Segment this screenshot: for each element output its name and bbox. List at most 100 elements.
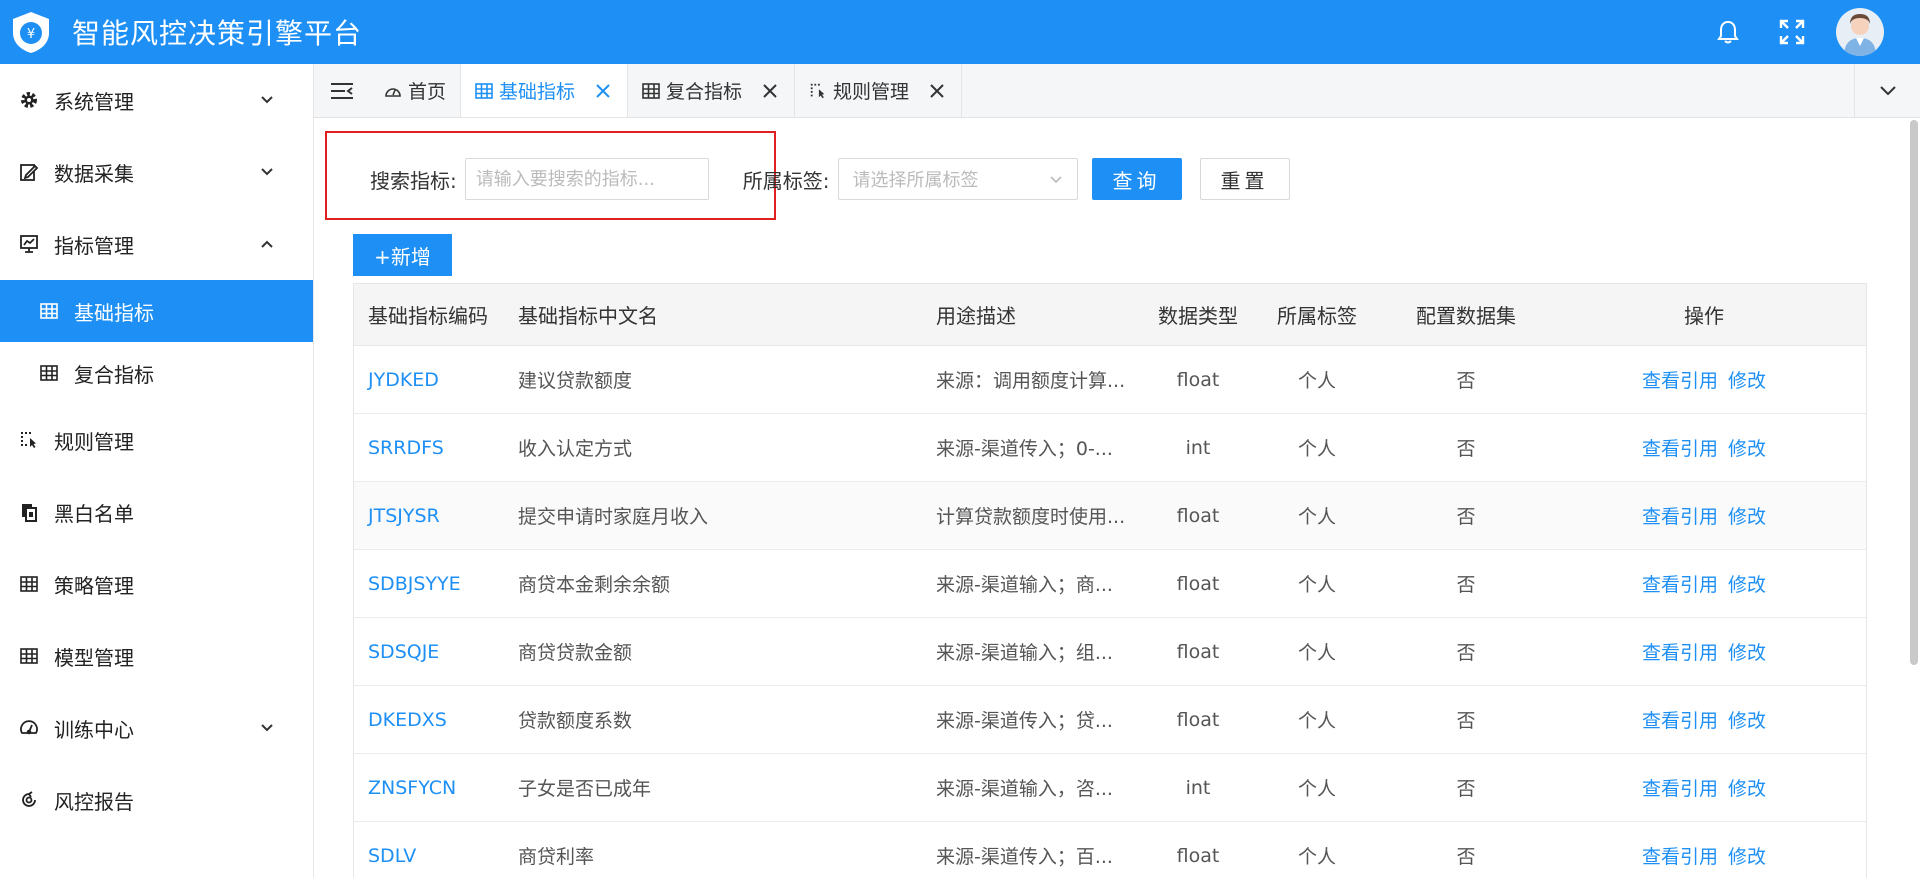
report-icon — [18, 789, 40, 811]
indicator-code-link[interactable]: SDBJSYYE — [354, 573, 504, 595]
data-type: float — [1176, 708, 1220, 731]
rule-icon — [809, 82, 827, 100]
sidebar-item-model-mgmt[interactable]: 模型管理 — [0, 620, 313, 692]
tab-rule-mgmt[interactable]: 规则管理 — [795, 64, 963, 117]
view-reference-link[interactable]: 查看引用 — [1642, 438, 1718, 460]
row-actions: 查看引用 修改 — [1542, 638, 1866, 665]
view-reference-link[interactable]: 查看引用 — [1642, 506, 1718, 528]
add-button[interactable]: +新增 — [353, 234, 452, 276]
table-icon — [38, 300, 60, 322]
svg-text:¥: ¥ — [27, 27, 35, 42]
sidebar-item-basic-indicator[interactable]: 基础指标 — [0, 280, 313, 342]
tab-label: 首页 — [408, 81, 447, 103]
indicator-code-link[interactable]: SRRDFS — [354, 437, 504, 459]
table-row: JYDKED 建议贷款额度 来源：调用额度计算... float 个人 否 查看引用 修改 — [354, 346, 1866, 414]
avatar[interactable] — [1836, 8, 1884, 56]
sidebar-item-label: 指标管理 — [54, 233, 134, 258]
table-row: DKEDXS 贷款额度系数 来源-渠道传入；贷... float 个人 否 查看引用 修改 — [354, 686, 1866, 754]
tab-composite-indicator[interactable]: 复合指标 — [628, 64, 796, 117]
table-row: JTSJYSR 提交申请时家庭月收入 计算贷款额度时使用... float 个人 否 查看引… — [354, 482, 1866, 550]
sidebar-item-data-collect[interactable]: 数据采集 — [0, 136, 313, 208]
tag-select[interactable]: 请选择所属标签 — [837, 158, 1078, 200]
sidebar-item-label: 策略管理 — [54, 573, 134, 598]
indicator-code-link[interactable]: JYDKED — [354, 369, 504, 391]
data-type: float — [1176, 572, 1220, 595]
table-body: JYDKED 建议贷款额度 来源：调用额度计算... float 个人否查看引用 修改 SR… — [354, 346, 1866, 878]
indicator-name: 商贷本金剩余余额 — [518, 574, 671, 596]
view-reference-link[interactable]: 查看引用 — [1642, 710, 1718, 732]
sidebar-item-blackwhite-list[interactable]: 黑白名单 — [0, 476, 313, 548]
indicator-desc: 来源-渠道传入；贷... — [936, 710, 1113, 732]
row-actions: 查看引用 修改 — [1542, 434, 1866, 461]
indicator-code-link[interactable]: SDLV — [354, 845, 504, 867]
sidebar-item-label: 复合指标 — [74, 362, 154, 387]
indicator-desc: 来源-渠道传入；百... — [936, 846, 1113, 868]
sidebar-item-indicator-mgmt[interactable]: 指标管理 — [0, 208, 313, 280]
rule-icon — [18, 429, 40, 451]
edit-link[interactable]: 修改 — [1728, 846, 1766, 868]
table-icon — [642, 82, 660, 100]
close-icon[interactable] — [760, 81, 780, 101]
tab-basic-indicator[interactable]: 基础指标 — [461, 64, 629, 117]
tab-label: 复合指标 — [666, 81, 743, 103]
menu-collapse-icon[interactable] — [314, 64, 370, 117]
search-indicator-input[interactable] — [464, 158, 709, 200]
bell-icon[interactable] — [1696, 0, 1760, 64]
table-row: SDLV 商贷利率 来源-渠道传入；百... float 个人 否 查看引用 修改 — [354, 822, 1866, 878]
edit-link[interactable]: 修改 — [1728, 506, 1766, 528]
indicator-code-link[interactable]: JTSJYSR — [354, 505, 504, 527]
edit-link[interactable]: 修改 — [1728, 438, 1766, 460]
sidebar-item-composite-indicator[interactable]: 复合指标 — [0, 342, 313, 404]
gear-icon — [18, 89, 40, 111]
sidebar-item-rule-mgmt[interactable]: 规则管理 — [0, 404, 313, 476]
row-actions: 查看引用 修改 — [1542, 366, 1866, 393]
sidebar-item-label: 训练中心 — [54, 717, 134, 742]
sidebar-item-strategy-mgmt[interactable]: 策略管理 — [0, 548, 313, 620]
close-icon[interactable] — [593, 81, 613, 101]
reset-button[interactable]: 重置 — [1199, 158, 1290, 200]
view-reference-link[interactable]: 查看引用 — [1642, 846, 1718, 868]
close-icon[interactable] — [927, 81, 947, 101]
indicator-code-link[interactable]: SDSQJE — [354, 641, 504, 663]
dataset-config: 否 — [1456, 370, 1476, 392]
edit-link[interactable]: 修改 — [1728, 370, 1766, 392]
col-header: 基础指标中文名 — [518, 304, 658, 328]
indicator-name: 贷款额度系数 — [518, 710, 633, 732]
edit-link[interactable]: 修改 — [1728, 710, 1766, 732]
monitor-chart-icon — [18, 233, 40, 255]
tabs-dropdown-icon[interactable] — [1854, 64, 1920, 118]
view-reference-link[interactable]: 查看引用 — [1642, 778, 1718, 800]
scrollbar[interactable] — [1910, 120, 1918, 665]
indicator-name: 收入认定方式 — [518, 438, 633, 460]
sidebar-item-training-center[interactable]: 训练中心 — [0, 692, 313, 764]
sidebar-item-label: 规则管理 — [54, 429, 134, 454]
indicator-desc: 来源-渠道输入；组... — [936, 642, 1113, 664]
query-button[interactable]: 查询 — [1091, 158, 1182, 200]
view-reference-link[interactable]: 查看引用 — [1642, 642, 1718, 664]
sidebar-item-label: 模型管理 — [54, 645, 134, 670]
chevron-down-icon — [1049, 169, 1063, 190]
fullscreen-icon[interactable] — [1760, 0, 1824, 64]
indicator-code-link[interactable]: DKEDXS — [354, 709, 504, 731]
tag: 个人 — [1297, 778, 1336, 800]
sidebar-item-system[interactable]: 系统管理 — [0, 64, 313, 136]
view-reference-link[interactable]: 查看引用 — [1642, 370, 1718, 392]
dataset-config: 否 — [1456, 506, 1476, 528]
sidebar-item-label: 系统管理 — [54, 89, 134, 114]
tag: 个人 — [1297, 710, 1336, 732]
tab-home[interactable]: 首页 — [370, 64, 462, 117]
data-type: int — [1185, 436, 1211, 459]
dataset-config: 否 — [1456, 438, 1476, 460]
table-row: SDBJSYYE 商贷本金剩余余额 来源-渠道输入；商... float 个人 否 查看引用… — [354, 550, 1866, 618]
app-title: 智能风控决策引擎平台 — [72, 17, 363, 50]
edit-link[interactable]: 修改 — [1728, 778, 1766, 800]
dashboard-icon — [384, 82, 402, 100]
indicator-code-link[interactable]: ZNSFYCN — [354, 777, 504, 799]
edit-link[interactable]: 修改 — [1728, 574, 1766, 596]
sidebar-item-risk-report[interactable]: 风控报告 — [0, 764, 313, 836]
tag: 个人 — [1297, 506, 1336, 528]
view-reference-link[interactable]: 查看引用 — [1642, 574, 1718, 596]
edit-link[interactable]: 修改 — [1728, 642, 1766, 664]
tag: 个人 — [1297, 846, 1336, 868]
data-type: int — [1185, 776, 1211, 799]
